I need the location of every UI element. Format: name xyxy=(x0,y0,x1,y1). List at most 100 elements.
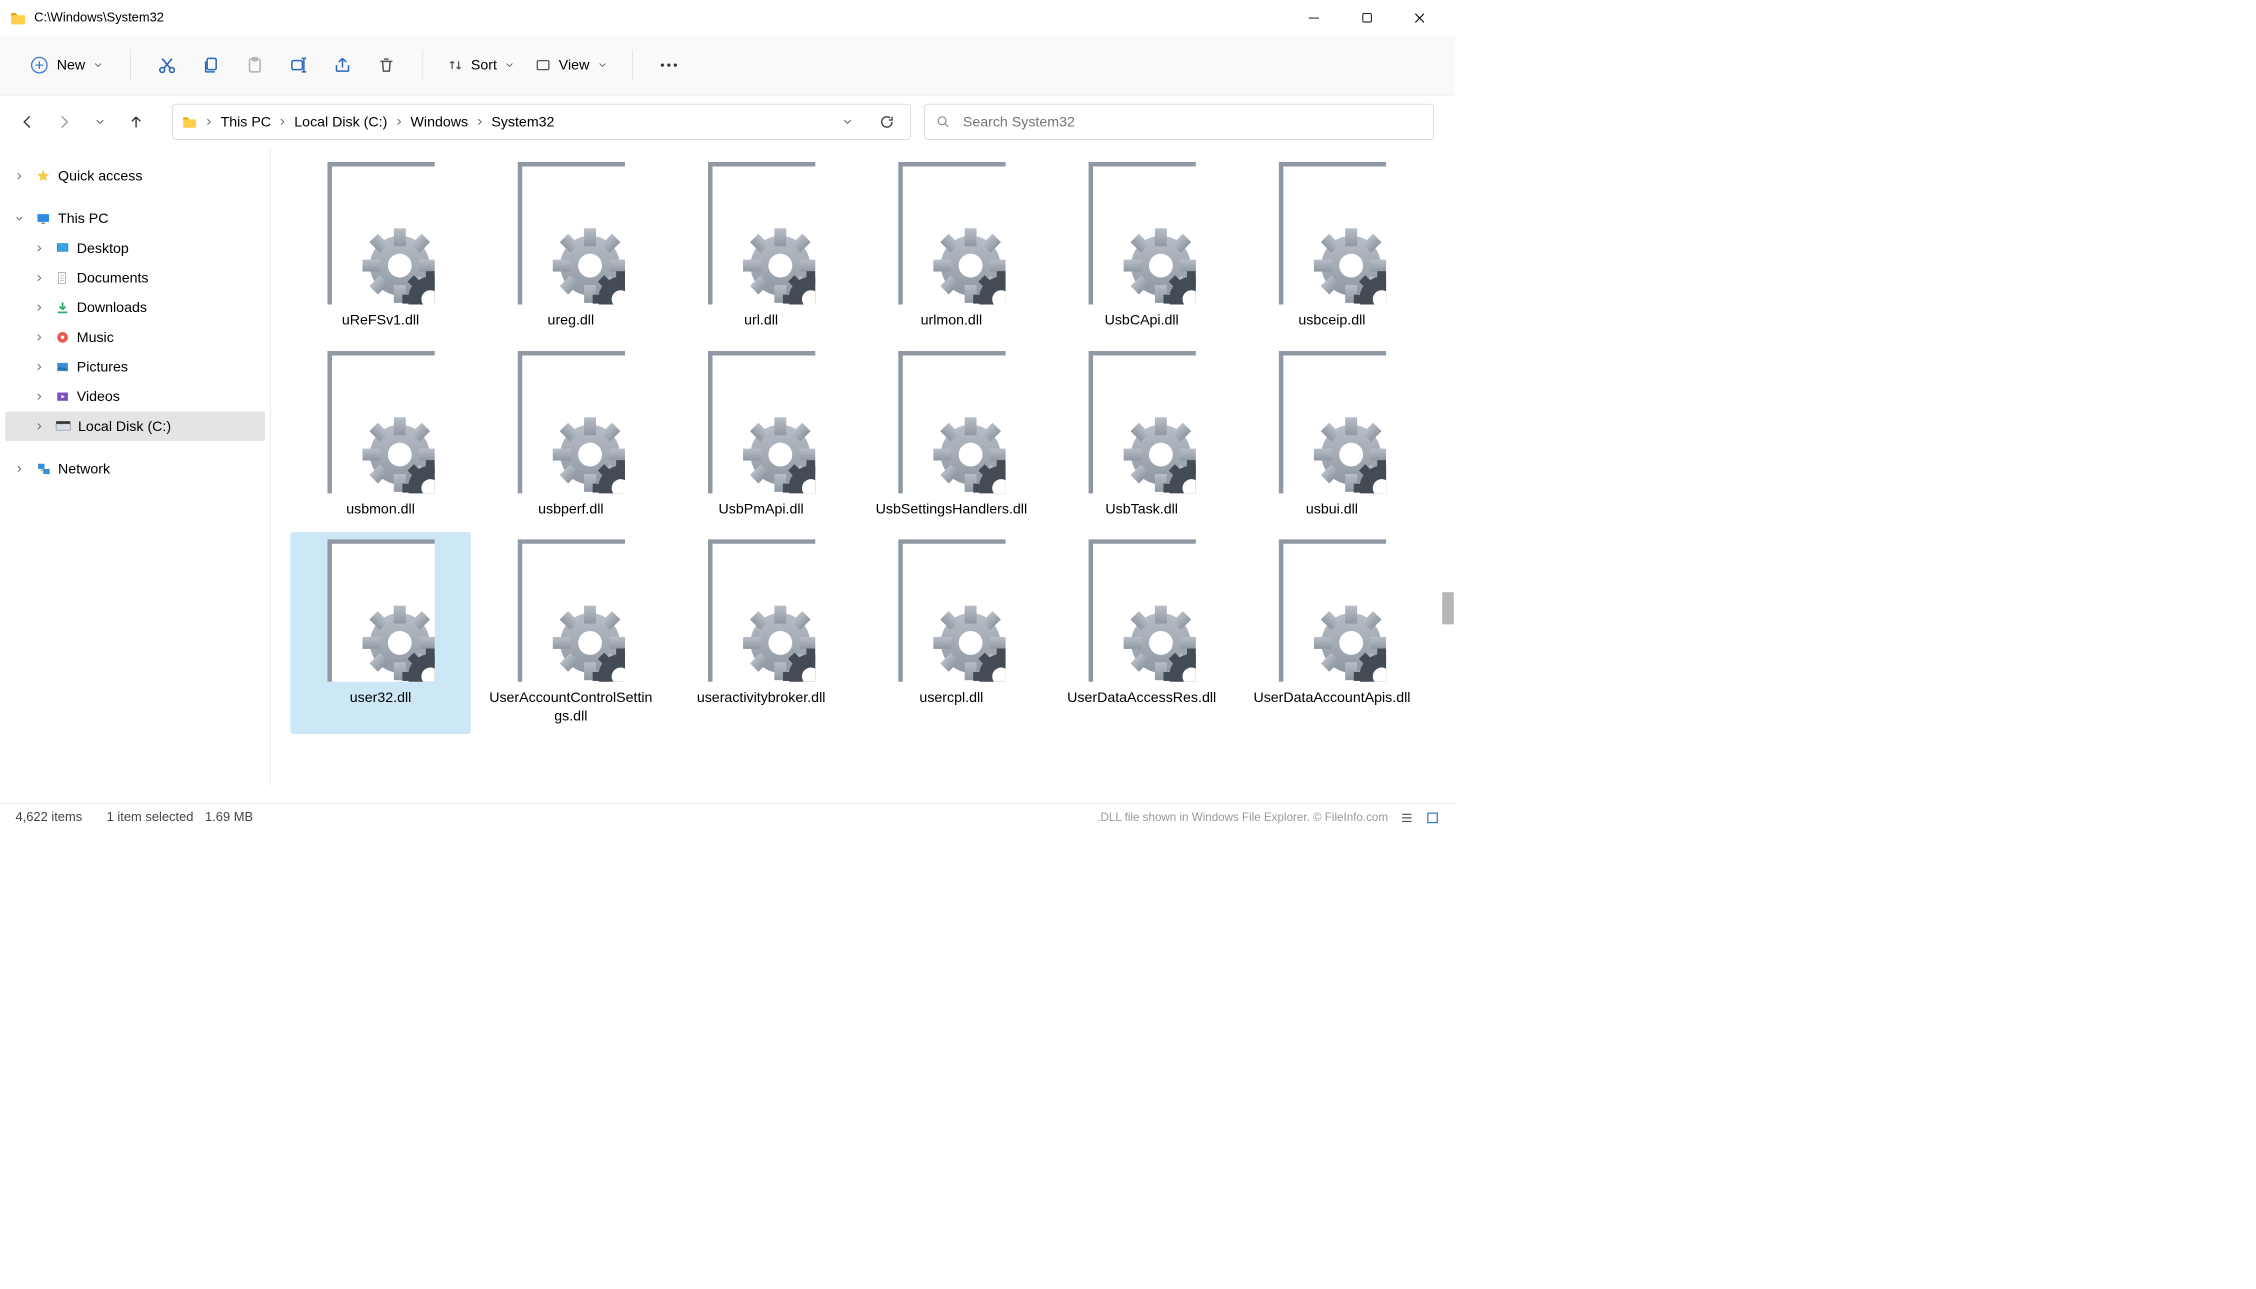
paste-button[interactable] xyxy=(235,46,274,85)
file-item[interactable]: usbmon.dll xyxy=(290,344,471,528)
history-button[interactable] xyxy=(84,106,116,138)
view-icon xyxy=(536,57,551,72)
scrollbar-thumb[interactable] xyxy=(1442,592,1454,624)
file-label: UsbSettingsHandlers.dll xyxy=(876,500,1027,518)
file-item[interactable]: UsbCApi.dll xyxy=(1051,155,1232,339)
crumb-system32[interactable]: System32 xyxy=(491,114,554,131)
dll-file-icon xyxy=(1278,350,1386,493)
sidebar-pictures[interactable]: Pictures xyxy=(5,352,265,382)
dll-file-icon xyxy=(517,161,625,304)
window-title: C:\Windows\System32 xyxy=(34,10,164,25)
file-label: UsbCApi.dll xyxy=(1105,311,1179,329)
view-button[interactable]: View xyxy=(528,52,615,79)
downloads-icon xyxy=(55,301,69,315)
chevron-down-icon xyxy=(597,60,607,70)
chevron-down-icon[interactable] xyxy=(842,116,854,128)
file-label: ureg.dll xyxy=(548,311,595,329)
crumb-windows[interactable]: Windows xyxy=(411,114,469,131)
new-label: New xyxy=(57,57,85,74)
file-item[interactable]: UsbPmApi.dll xyxy=(671,344,852,528)
sidebar-local-disk[interactable]: Local Disk (C:) xyxy=(5,412,265,442)
trash-icon xyxy=(377,56,395,74)
status-count: 4,622 items xyxy=(15,810,82,825)
file-label: uReFSv1.dll xyxy=(342,311,419,329)
rename-button[interactable] xyxy=(279,46,318,85)
sidebar-music[interactable]: Music xyxy=(5,323,265,353)
sidebar-downloads[interactable]: Downloads xyxy=(5,293,265,323)
sidebar-videos[interactable]: Videos xyxy=(5,382,265,412)
back-button[interactable] xyxy=(12,106,44,138)
crumb-local-disk[interactable]: Local Disk (C:) xyxy=(294,114,387,131)
star-icon xyxy=(35,168,50,183)
file-item[interactable]: UserAccountControlSettings.dll xyxy=(481,532,662,734)
crumb-this-pc[interactable]: This PC xyxy=(221,114,271,131)
sidebar-this-pc[interactable]: This PC xyxy=(5,204,265,234)
separator xyxy=(632,50,633,81)
file-label: UserDataAccountApis.dll xyxy=(1253,688,1410,706)
details-view-button[interactable] xyxy=(1400,810,1414,824)
delete-button[interactable] xyxy=(367,46,406,85)
close-button[interactable] xyxy=(1404,5,1436,31)
minimize-button[interactable] xyxy=(1298,5,1330,31)
copy-button[interactable] xyxy=(192,46,231,85)
new-button[interactable]: New xyxy=(19,49,113,81)
maximize-button[interactable] xyxy=(1351,5,1383,31)
sidebar-desktop[interactable]: Desktop xyxy=(5,233,265,263)
dll-file-icon xyxy=(897,161,1005,304)
dll-file-icon xyxy=(517,350,625,493)
file-label: urlmon.dll xyxy=(921,311,983,329)
refresh-button[interactable] xyxy=(879,114,894,129)
large-icons-view-button[interactable] xyxy=(1425,810,1439,824)
file-pane[interactable]: uReFSv1.dll ureg.dll url.dll urlmon.dll UsbC… xyxy=(271,148,1455,785)
file-item[interactable]: ureg.dll xyxy=(481,155,662,339)
forward-button[interactable] xyxy=(48,106,80,138)
file-item[interactable]: UserDataAccountApis.dll xyxy=(1242,532,1423,734)
file-item[interactable]: usbceip.dll xyxy=(1242,155,1423,339)
file-item[interactable]: UsbTask.dll xyxy=(1051,344,1232,528)
file-item[interactable]: url.dll xyxy=(671,155,852,339)
dll-file-icon xyxy=(517,539,625,682)
status-selected: 1 item selected xyxy=(107,810,194,825)
file-item[interactable]: usbui.dll xyxy=(1242,344,1423,528)
file-label: UsbPmApi.dll xyxy=(719,500,804,518)
view-label: View xyxy=(559,57,590,74)
file-item[interactable]: usercpl.dll xyxy=(861,532,1042,734)
sort-button[interactable]: Sort xyxy=(440,52,523,79)
documents-icon xyxy=(55,271,69,285)
sort-label: Sort xyxy=(471,57,497,74)
file-item[interactable]: uReFSv1.dll xyxy=(290,155,471,339)
search-icon xyxy=(937,115,950,129)
file-label: url.dll xyxy=(744,311,778,329)
file-item[interactable]: urlmon.dll xyxy=(861,155,1042,339)
pc-icon xyxy=(35,211,50,226)
file-item[interactable]: usbperf.dll xyxy=(481,344,662,528)
search-box[interactable] xyxy=(924,104,1434,140)
videos-icon xyxy=(55,390,69,404)
dll-file-icon xyxy=(1087,161,1195,304)
file-label: usbmon.dll xyxy=(346,500,415,518)
share-button[interactable] xyxy=(323,46,362,85)
cut-button[interactable] xyxy=(148,46,187,85)
file-item[interactable]: useractivitybroker.dll xyxy=(671,532,852,734)
toolbar: New xyxy=(0,35,1455,95)
breadcrumb[interactable]: This PC Local Disk (C:) Windows System32 xyxy=(172,104,911,140)
file-item[interactable]: UsbSettingsHandlers.dll xyxy=(861,344,1042,528)
search-input[interactable] xyxy=(963,114,1422,131)
file-item[interactable]: user32.dll xyxy=(290,532,471,734)
overflow-button[interactable] xyxy=(649,46,688,85)
dll-file-icon xyxy=(897,539,1005,682)
drive-icon xyxy=(55,421,70,433)
file-label: usbperf.dll xyxy=(538,500,603,518)
sidebar-documents[interactable]: Documents xyxy=(5,263,265,293)
status-caption: .DLL file shown in Windows File Explorer… xyxy=(1097,811,1388,825)
dll-file-icon xyxy=(1278,161,1386,304)
file-label: UsbTask.dll xyxy=(1105,500,1178,518)
sidebar: Quick access This PC Desktop Documents D… xyxy=(0,148,271,785)
sidebar-quick-access[interactable]: Quick access xyxy=(5,161,265,191)
up-button[interactable] xyxy=(120,106,152,138)
dll-file-icon xyxy=(707,539,815,682)
file-item[interactable]: UserDataAccessRes.dll xyxy=(1051,532,1232,734)
sidebar-network[interactable]: Network xyxy=(5,454,265,484)
file-label: usbceip.dll xyxy=(1298,311,1365,329)
new-icon xyxy=(30,55,49,74)
